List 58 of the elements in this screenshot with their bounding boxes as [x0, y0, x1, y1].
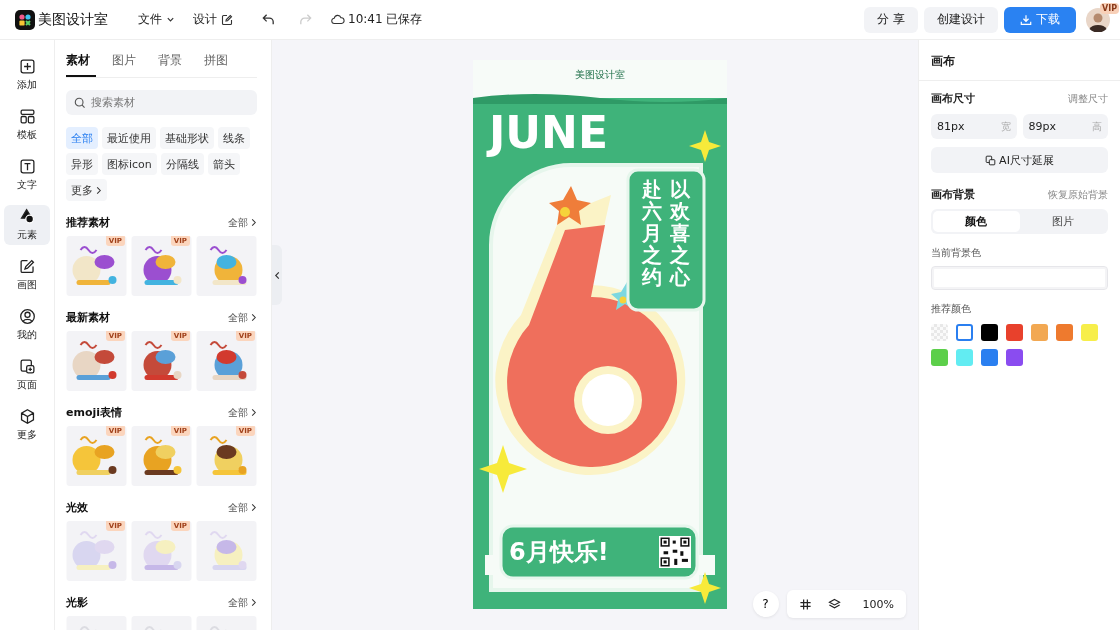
filter-chip[interactable]: 最近使用: [102, 127, 156, 149]
menu-button[interactable]: 文件: [132, 7, 181, 32]
save-status: 10:41 已保存: [348, 11, 423, 28]
vip-badge: VIP: [1099, 2, 1119, 14]
download-button[interactable]: 下载: [1004, 6, 1076, 33]
restore-background-link[interactable]: 恢复原始背景: [1048, 187, 1108, 202]
filter-chip[interactable]: 更多: [66, 179, 107, 201]
segment-tab[interactable]: 图片: [1019, 211, 1106, 232]
filter-chip[interactable]: 图标icon: [102, 153, 157, 175]
section-title: 画布尺寸: [931, 91, 975, 106]
section-title: emoji表情: [66, 405, 123, 420]
action-button[interactable]: 分 享: [864, 6, 918, 33]
poster-vertical-text: 以欢喜之心: [670, 178, 690, 288]
see-all-link[interactable]: 全部: [228, 500, 257, 515]
rail-item[interactable]: 元素: [4, 205, 50, 245]
filter-chip[interactable]: 箭头: [207, 153, 240, 175]
search-field[interactable]: 搜索素材: [66, 90, 257, 115]
segment-tab[interactable]: 颜色: [933, 211, 1020, 232]
panel-tab[interactable]: 背景: [158, 50, 188, 77]
action-button[interactable]: 创建设计: [924, 6, 998, 33]
panel-tab[interactable]: 素材: [66, 50, 96, 77]
see-all-link[interactable]: 全部: [228, 310, 257, 325]
height-field[interactable]: 89px 高: [1022, 114, 1108, 139]
section-title: 最新素材: [66, 310, 110, 325]
see-all-link[interactable]: 全部: [228, 595, 257, 610]
rail-item[interactable]: 添加: [4, 55, 50, 95]
poster-footer-text: 6月快乐!: [509, 537, 609, 568]
rail-item[interactable]: 画图: [4, 255, 50, 295]
filter-chip[interactable]: 全部: [66, 127, 98, 149]
menu-button[interactable]: 设计: [187, 7, 239, 32]
rail-item[interactable]: 模板: [4, 105, 50, 145]
panel-tab[interactable]: 图片: [112, 50, 142, 77]
width-field[interactable]: 81px 宽: [931, 114, 1017, 139]
section-title: 光效: [66, 500, 88, 515]
section-title: 推荐素材: [66, 215, 110, 230]
section-title: 光影: [66, 595, 88, 610]
see-all-link[interactable]: 全部: [228, 405, 257, 420]
rail-item[interactable]: 我的: [4, 305, 50, 345]
panel-tab[interactable]: 拼图: [204, 50, 234, 77]
poster-brand-text: 美图设计室: [574, 68, 626, 82]
see-all-link[interactable]: 全部: [228, 215, 257, 230]
rail-item[interactable]: 更多: [4, 405, 50, 445]
filter-chip[interactable]: 线条: [218, 127, 250, 149]
field-label: 推荐颜色: [931, 302, 972, 316]
filter-chip[interactable]: 异形: [66, 153, 98, 175]
app-name: 美图设计室: [38, 10, 108, 29]
zoom-level[interactable]: 100%: [862, 597, 894, 611]
resize-link[interactable]: 调整尺寸: [1068, 91, 1108, 106]
rail-item[interactable]: 页面: [4, 355, 50, 395]
filter-chip[interactable]: 分隔线: [160, 153, 204, 175]
poster-vertical-text: 赴六月之约: [642, 178, 662, 288]
field-label: 当前背景色: [931, 246, 982, 260]
help-button[interactable]: ?: [752, 591, 779, 617]
rail-item[interactable]: 文字: [4, 155, 50, 195]
panel-title: 画布: [919, 40, 1120, 81]
section-title: 画布背景: [931, 187, 975, 202]
filter-chip[interactable]: 基础形状: [160, 127, 214, 149]
ai-resize-button[interactable]: AI尺寸延展: [931, 147, 1108, 173]
